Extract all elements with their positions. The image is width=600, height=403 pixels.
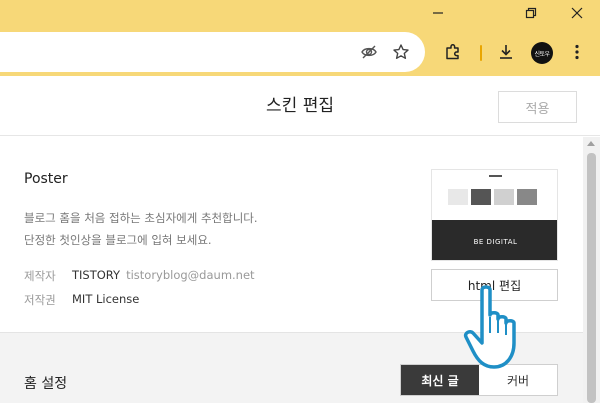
- page-header: 스킨 편집 적용: [0, 76, 600, 136]
- minimize-button[interactable]: [415, 0, 461, 26]
- restore-icon: [525, 7, 537, 19]
- thumbnail-hero: BE DIGITAL: [432, 220, 557, 260]
- profile-label: 신토우: [534, 50, 550, 58]
- kebab-menu-icon: [575, 44, 579, 60]
- maker-label: 제작자: [24, 269, 56, 283]
- tracking-protection-button[interactable]: [355, 38, 383, 66]
- thumbnail-logo: [489, 175, 502, 177]
- close-icon: [571, 7, 583, 19]
- address-bar[interactable]: [0, 32, 425, 72]
- minimize-icon: [433, 12, 443, 14]
- home-type-toggle: 최신 글 커버: [400, 364, 558, 396]
- scroll-up-arrow-icon[interactable]: [587, 141, 595, 146]
- skin-description-line: 블로그 홈을 처음 접하는 초심자에게 추천합니다.: [24, 211, 258, 225]
- browser-titlebar: [0, 0, 600, 28]
- maker-value: TISTORY: [72, 268, 121, 282]
- thumbnail-card: [448, 189, 468, 205]
- downloads-button[interactable]: [492, 38, 520, 66]
- toolbar-divider: [480, 45, 482, 61]
- browser-menu-button[interactable]: [563, 38, 591, 66]
- thumbnail-nav: [432, 170, 557, 184]
- bookmark-button[interactable]: [387, 38, 415, 66]
- home-settings-section: 홈 설정 최신 글 커버: [0, 348, 583, 403]
- license-label: 저작권: [24, 293, 56, 307]
- extensions-button[interactable]: [439, 38, 467, 66]
- thumbnail-card: [517, 189, 537, 205]
- home-settings-title: 홈 설정: [24, 376, 68, 392]
- skin-description: 블로그 홈을 처음 접하는 초심자에게 추천합니다. 단정한 첫인상을 블로그에…: [24, 207, 258, 251]
- skin-name: Poster: [24, 171, 68, 187]
- license-row: 저작권 MIT License: [24, 292, 145, 308]
- thumbnail-hero-text: BE DIGITAL: [473, 238, 518, 246]
- html-edit-button[interactable]: html 편집: [431, 269, 558, 301]
- thumbnail-card: [494, 189, 514, 205]
- restore-button[interactable]: [508, 0, 554, 26]
- apply-button[interactable]: 적용: [498, 91, 577, 123]
- license-value: MIT License: [72, 292, 140, 306]
- close-window-button[interactable]: [554, 0, 600, 26]
- profile-avatar[interactable]: 신토우: [531, 42, 553, 64]
- skin-edit-page: 스킨 편집 적용 Poster 블로그 홈을 처음 접하는 초심자에게 추천합니…: [0, 76, 600, 403]
- browser-toolbar: 신토우: [0, 28, 600, 76]
- download-icon: [500, 45, 512, 59]
- scrollbar-thumb[interactable]: [587, 153, 596, 403]
- option-cover[interactable]: 커버: [479, 365, 557, 395]
- option-latest-posts[interactable]: 최신 글: [401, 365, 479, 395]
- puzzle-icon: [446, 43, 459, 60]
- maker-email: tistoryblog@daum.net: [126, 268, 255, 282]
- maker-row: 제작자 TISTORY tistoryblog@daum.net: [24, 268, 255, 284]
- scrollbar[interactable]: [583, 137, 600, 403]
- thumbnail-card: [471, 189, 491, 205]
- star-icon: [393, 44, 409, 60]
- skin-description-line: 단정한 첫인상을 블로그에 입혀 보세요.: [24, 233, 212, 247]
- skin-info-card: Poster 블로그 홈을 처음 접하는 초심자에게 추천합니다. 단정한 첫인…: [0, 137, 583, 333]
- skin-thumbnail: BE DIGITAL: [431, 169, 558, 261]
- eye-off-icon: [361, 45, 377, 59]
